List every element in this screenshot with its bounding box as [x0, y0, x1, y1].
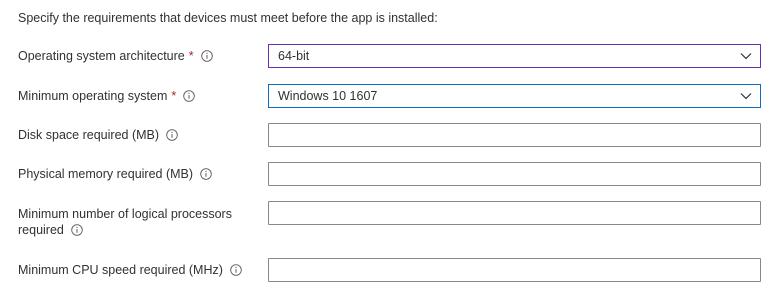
info-icon[interactable]	[71, 223, 83, 236]
logical-processors-label-line2-text: required	[18, 223, 64, 237]
os-architecture-dropdown[interactable]: 64-bit	[268, 44, 761, 68]
disk-space-label: Disk space required (MB)	[18, 127, 178, 143]
requirements-intro-text: Specify the requirements that devices mu…	[18, 11, 438, 25]
disk-space-label-text: Disk space required (MB)	[18, 128, 160, 142]
logical-processors-label: Minimum number of logical processors req…	[18, 206, 232, 238]
min-os-dropdown[interactable]: Windows 10 1607	[268, 84, 761, 108]
min-os-label-text: Minimum operating system	[18, 89, 168, 103]
info-icon[interactable]	[200, 167, 212, 180]
min-os-value: Windows 10 1607	[278, 89, 378, 103]
info-icon[interactable]	[230, 263, 242, 276]
chevron-down-icon	[740, 51, 752, 61]
cpu-speed-label-text: Minimum CPU speed required (MHz)	[18, 263, 223, 277]
os-architecture-value: 64-bit	[278, 49, 310, 63]
os-architecture-label: Operating system architecture *	[18, 48, 213, 64]
cpu-speed-input[interactable]	[268, 258, 761, 282]
logical-processors-input[interactable]	[268, 201, 761, 225]
cpu-speed-label: Minimum CPU speed required (MHz)	[18, 262, 242, 278]
physical-memory-input[interactable]	[268, 162, 761, 186]
disk-space-input[interactable]	[268, 123, 761, 147]
required-marker: *	[171, 89, 177, 103]
logical-processors-label-line1: Minimum number of logical processors	[18, 207, 232, 221]
chevron-down-icon	[740, 91, 752, 101]
required-marker: *	[188, 49, 194, 63]
physical-memory-label-text: Physical memory required (MB)	[18, 167, 194, 181]
min-os-label: Minimum operating system *	[18, 88, 195, 104]
info-icon[interactable]	[183, 89, 195, 102]
info-icon[interactable]	[200, 49, 213, 62]
physical-memory-label: Physical memory required (MB)	[18, 166, 212, 182]
info-icon[interactable]	[166, 128, 178, 141]
os-architecture-label-text: Operating system architecture	[18, 49, 185, 63]
logical-processors-label-line2: required	[18, 222, 232, 238]
